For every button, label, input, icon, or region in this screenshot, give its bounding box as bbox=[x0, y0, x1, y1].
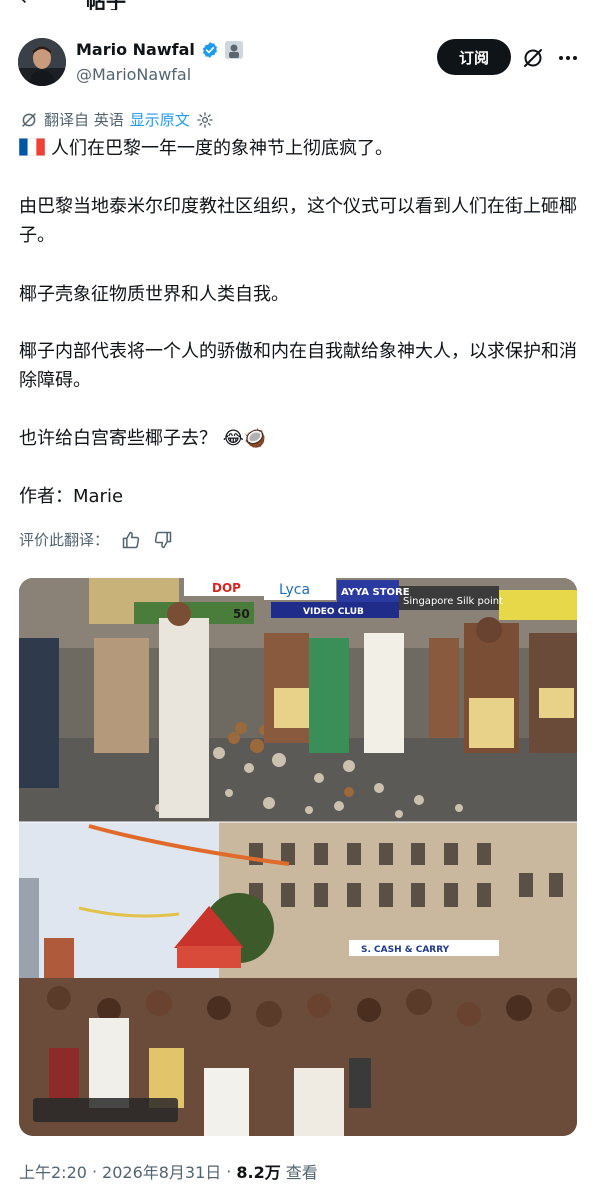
thumbs-down-icon[interactable] bbox=[153, 530, 173, 550]
sign-ayya: AYYA STORE bbox=[341, 587, 410, 598]
avatar-image bbox=[18, 38, 66, 86]
avatar[interactable] bbox=[18, 38, 66, 86]
thumbs-up-icon[interactable] bbox=[121, 530, 141, 550]
view-count: 8.2万 bbox=[236, 1163, 281, 1182]
author-credit: 作者：Marie bbox=[19, 486, 124, 507]
translated-from-label: 翻译自 英语 bbox=[44, 111, 124, 129]
post-date[interactable]: 2026年8月31日 bbox=[102, 1159, 221, 1183]
grok-translate-icon bbox=[22, 112, 36, 127]
post-text-para4: 椰子内部代表将一个人的骄傲和内在自我献给象神大人，以求保护和消除障碍。 bbox=[19, 341, 577, 391]
france-flag-icon bbox=[19, 138, 45, 156]
post-line-1: 人们在巴黎一年一度的象神节上彻底疯了。 bbox=[19, 134, 579, 163]
grok-icon[interactable] bbox=[521, 46, 545, 70]
sign-fifty: 50 bbox=[233, 607, 250, 621]
back-button[interactable]: ← bbox=[20, 0, 37, 10]
post-video[interactable]: DOP Lyca AYYA STORE VIDEO CLUB Singapore… bbox=[19, 578, 577, 1136]
post-text-line1: 人们在巴黎一年一度的象神节上彻底疯了。 bbox=[51, 138, 393, 159]
video-frame: DOP Lyca AYYA STORE VIDEO CLUB Singapore… bbox=[19, 578, 577, 1136]
post-text-para5-row: 也许给白宫寄些椰子去？ 😂🥥 bbox=[19, 424, 579, 453]
meta-separator-2: · bbox=[226, 1161, 232, 1181]
author-name[interactable]: Mario Nawfal bbox=[76, 40, 195, 59]
top-bar: ← 帖子 bbox=[0, 0, 596, 10]
rate-translation: 评价此翻译： bbox=[19, 529, 173, 550]
sign-lyca: Lyca bbox=[279, 582, 310, 598]
view-count-label: 查看 bbox=[285, 1163, 318, 1182]
post-time[interactable]: 上午2:20 bbox=[19, 1159, 87, 1183]
meta-separator: · bbox=[91, 1161, 98, 1181]
emoji-laugh-coconut: 😂🥥 bbox=[222, 428, 267, 449]
affiliate-badge-icon bbox=[224, 40, 243, 59]
verified-badge-icon bbox=[202, 41, 217, 58]
post-text-para3: 椰子壳象征物质世界和人类自我。 bbox=[19, 284, 289, 305]
sign-dop: DOP bbox=[212, 581, 241, 595]
sign-singapore: Singapore Silk point bbox=[403, 596, 503, 607]
author-name-row: Mario Nawfal bbox=[76, 40, 243, 59]
gear-icon[interactable] bbox=[196, 111, 214, 129]
rate-translation-label: 评价此翻译： bbox=[19, 531, 110, 549]
show-original-link[interactable]: 显示原文 bbox=[130, 109, 190, 130]
post-meta: 上午2:20 · 2026年8月31日 · 8.2万 查看 bbox=[19, 1159, 318, 1183]
author-handle[interactable]: @MarioNawfal bbox=[76, 65, 191, 84]
more-icon[interactable] bbox=[556, 46, 580, 70]
video-caption-bar bbox=[33, 1098, 178, 1122]
sign-video-club: VIDEO CLUB bbox=[303, 607, 364, 617]
post-text-para5: 也许给白宫寄些椰子去？ bbox=[19, 428, 217, 449]
subscribe-button[interactable]: 订阅 bbox=[437, 39, 511, 75]
page-title: 帖子 bbox=[86, 0, 126, 10]
post-text-para2: 由巴黎当地泰米尔印度教社区组织，这个仪式可以看到人们在街上砸椰子。 bbox=[19, 196, 577, 246]
translation-info: 翻译自 英语 显示原文 bbox=[20, 109, 214, 130]
sign-cash-carry: S. CASH & CARRY bbox=[361, 945, 450, 955]
